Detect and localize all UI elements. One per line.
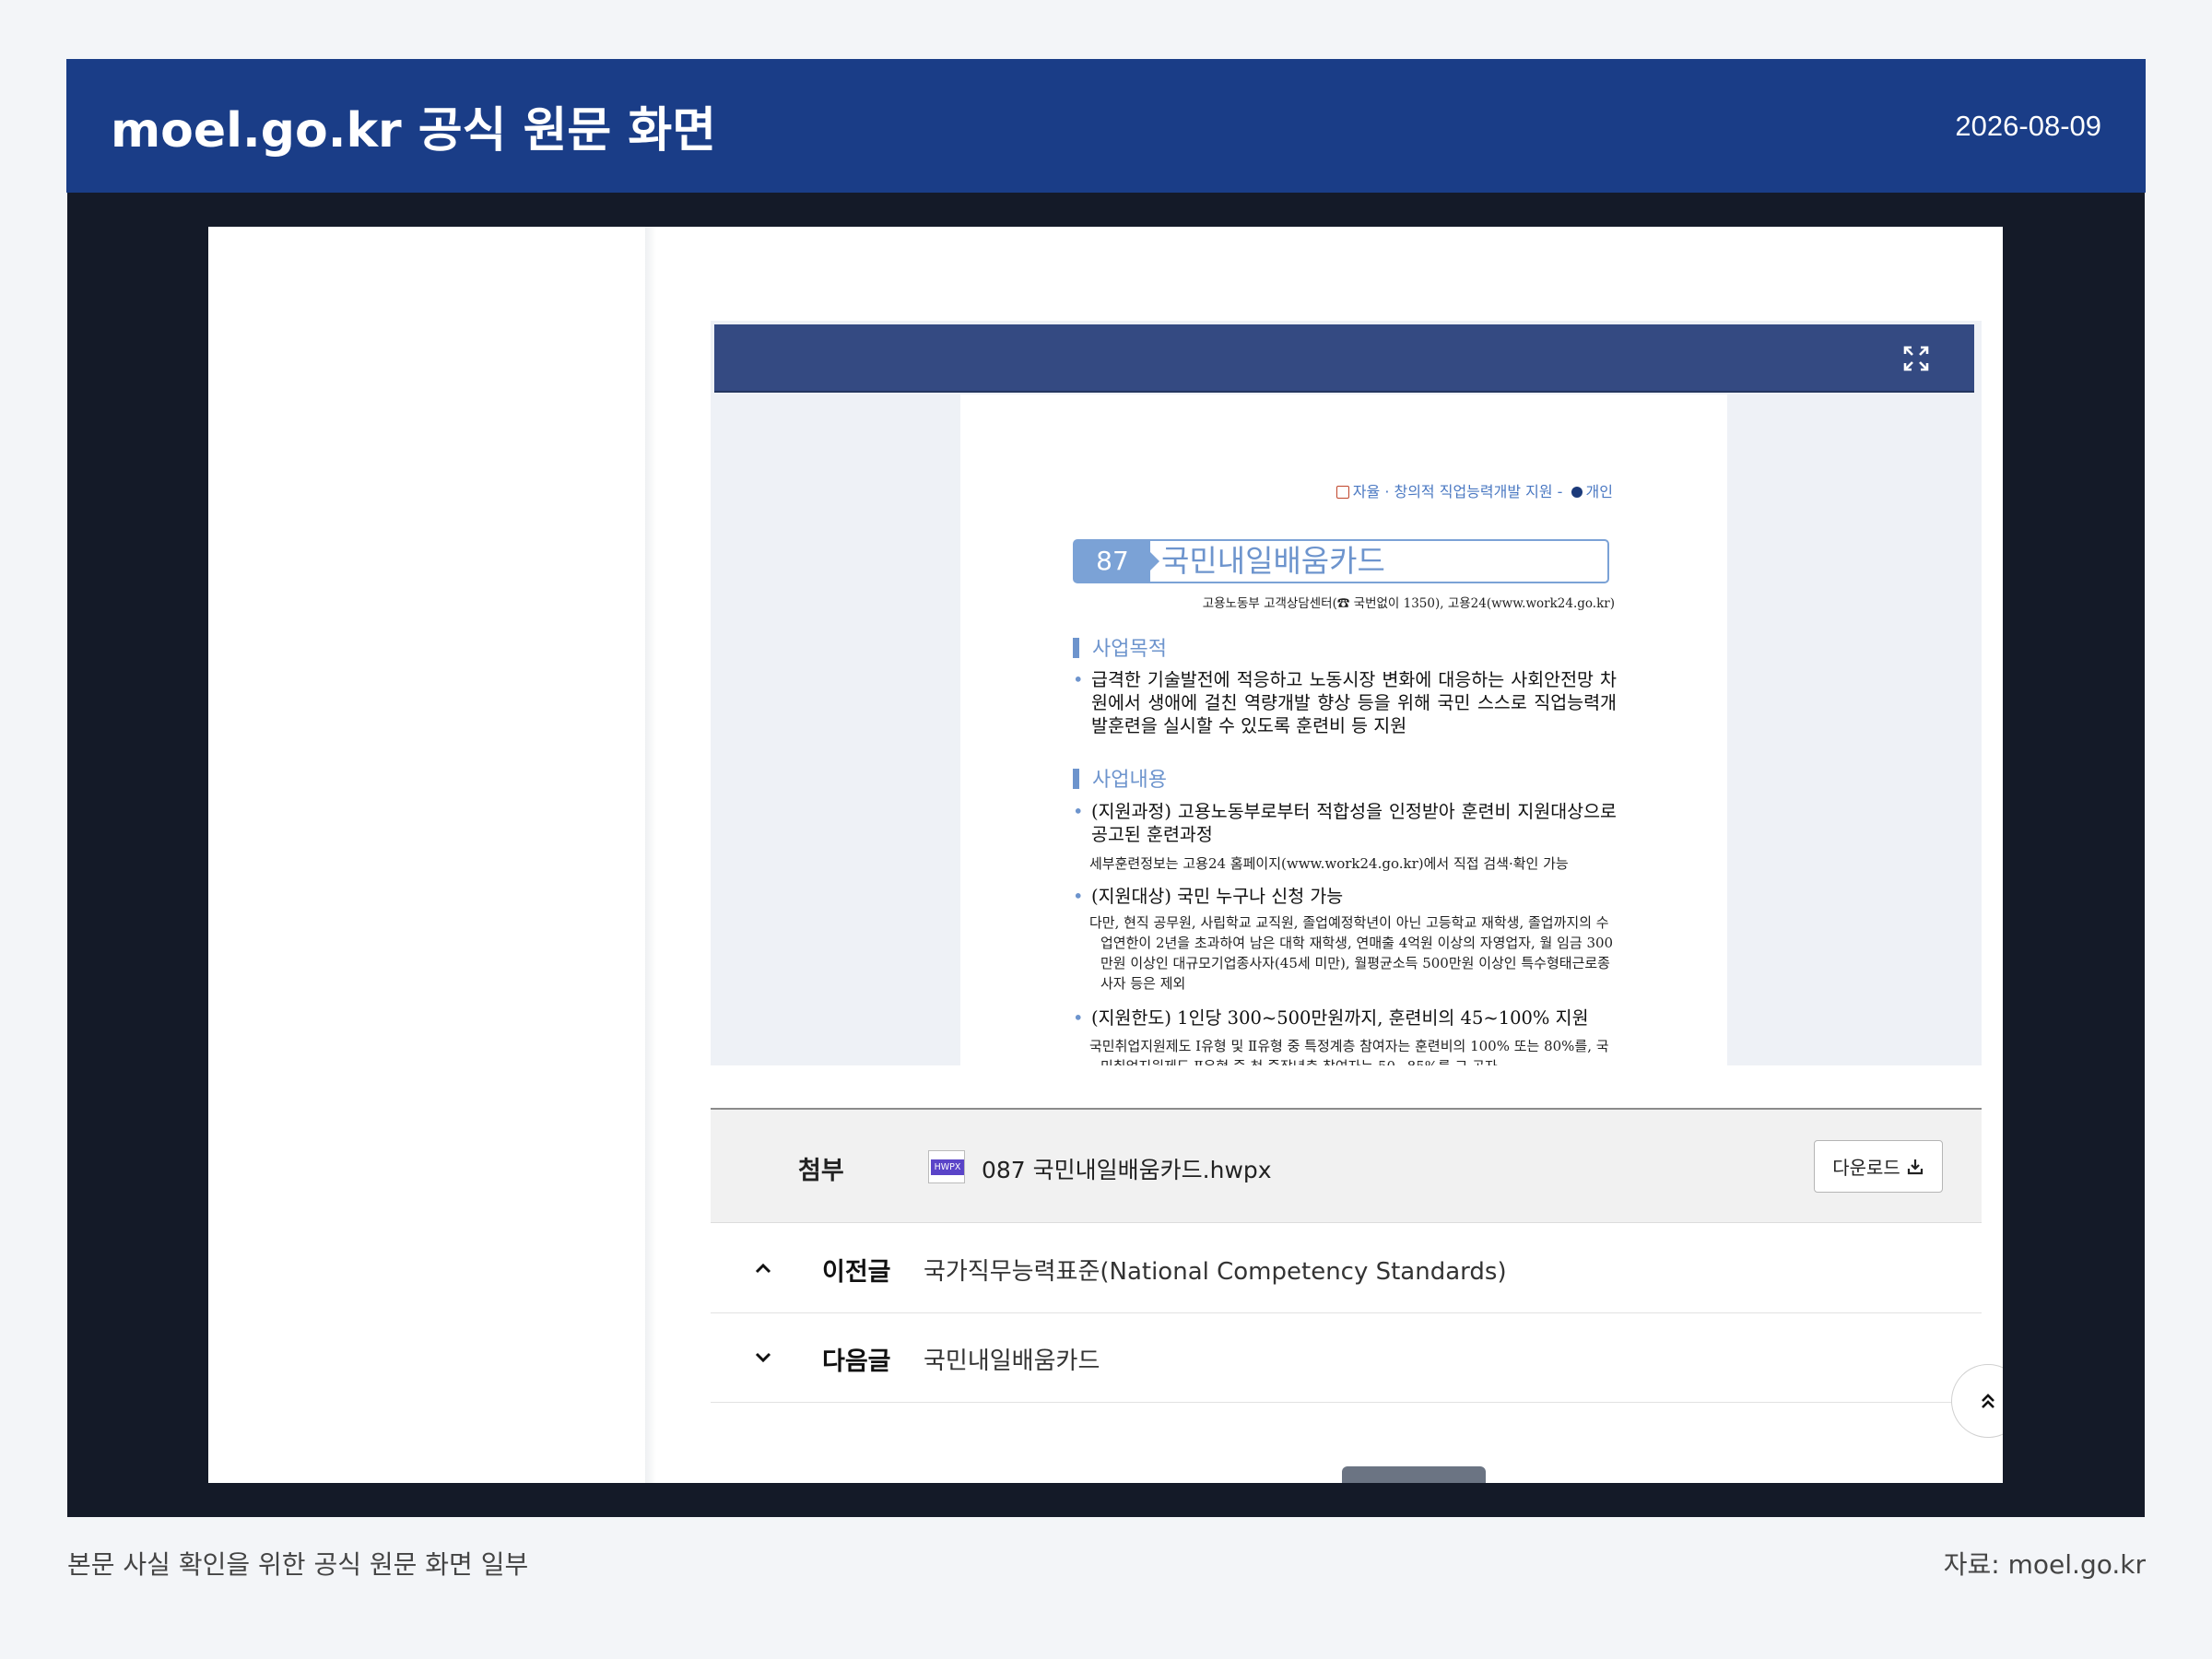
- next-post-title[interactable]: 국민내일배움카드: [924, 1342, 1100, 1376]
- prev-post-label: 이전글: [822, 1258, 891, 1287]
- bullet-dot: •: [1073, 1007, 1084, 1029]
- section-bullet: • 급격한 기술발전에 적응하고 노동시장 변화에 대응하는 사회안전망 차원에서…: [1073, 669, 1617, 736]
- next-post-row[interactable]: 다음글 국민내일배움카드: [711, 1313, 1982, 1403]
- info-dot-icon: [1571, 487, 1583, 498]
- hwpx-icon-text: HWPX: [931, 1159, 964, 1175]
- viewer-toolbar: [714, 324, 1974, 393]
- bullet-dot: •: [1073, 669, 1084, 690]
- prev-post-title[interactable]: 국가직무능력표준(National Competency Standards): [924, 1253, 1507, 1287]
- webpage-screenshot: 자율 · 창의적 직업능력개발 지원 - 개인 87 국민내일배움카드 고용노동…: [208, 227, 2003, 1483]
- section-bullet: • (지원대상) 국민 누구나 신청 가능: [1073, 886, 1344, 907]
- document-icon: [1335, 486, 1349, 499]
- document-viewer: 자율 · 창의적 직업능력개발 지원 - 개인 87 국민내일배움카드 고용노동…: [711, 321, 1982, 1065]
- header-date: 2026-08-09: [1955, 109, 2101, 142]
- fullscreen-icon[interactable]: [1902, 345, 1930, 372]
- prev-post-row[interactable]: 이전글 국가직무능력표준(National Competency Standar…: [711, 1224, 1982, 1313]
- attachment-label: 첨부: [798, 1157, 844, 1185]
- source-credit: 자료: moel.go.kr: [1943, 1549, 2146, 1580]
- document-page[interactable]: 자율 · 창의적 직업능력개발 지원 - 개인 87 국민내일배움카드 고용노동…: [960, 394, 1727, 1065]
- document-number: 87: [1075, 541, 1159, 582]
- download-label: 다운로드: [1832, 1157, 1900, 1179]
- document-title: 국민내일배움카드: [1161, 543, 1385, 579]
- section-note: 세부훈련정보는 고용24 홈페이지(www.work24.go.kr)에서 직접…: [1089, 855, 1569, 872]
- breadcrumb-text: 자율 · 창의적 직업능력개발 지원 -: [1352, 483, 1568, 500]
- section-note: 다만, 현직 공무원, 사립학교 교직원, 졸업예정학년이 아닌 고등학교 재학…: [1089, 914, 1614, 992]
- section-bullet: • (지원과정) 고용노동부로부터 적합성을 인정받아 훈련비 지원대상으로 공고…: [1073, 801, 1617, 845]
- download-button[interactable]: 다운로드: [1814, 1140, 1943, 1193]
- attachment-file-link[interactable]: 087 국민내일배움카드.hwpx: [982, 1152, 1272, 1185]
- list-button[interactable]: [1342, 1466, 1486, 1483]
- document-contact: 고용노동부 고객상담센터(☎ 국번없이 1350), 고용24(www.work…: [1202, 596, 1615, 611]
- pane-divider: [645, 227, 656, 1483]
- breadcrumb-tail: 개인: [1585, 483, 1613, 500]
- page-title: moel.go.kr 공식 원문 화면: [111, 103, 717, 159]
- chevron-up-icon: [755, 1263, 771, 1274]
- left-pane: [208, 227, 645, 1483]
- screenshot-caption: 본문 사실 확인을 위한 공식 원문 화면 일부: [67, 1549, 529, 1580]
- chevron-down-icon: [755, 1352, 771, 1363]
- screenshot-frame: 자율 · 창의적 직업능력개발 지원 - 개인 87 국민내일배움카드 고용노동…: [67, 193, 2145, 1517]
- section-bullet: • (지원한도) 1인당 300~500만원까지, 훈련비의 45~100% 지원: [1073, 1007, 1589, 1029]
- section-note: 국민취업지원제도 Ⅰ유형 및 Ⅱ유형 중 특정계층 참여자는 훈련비의 100%…: [1089, 1038, 1609, 1065]
- bullet-dot: •: [1073, 801, 1084, 822]
- next-post-label: 다음글: [822, 1347, 891, 1376]
- document-breadcrumb: 자율 · 창의적 직업능력개발 지원 - 개인: [1335, 479, 1613, 501]
- bullet-dot: •: [1073, 886, 1084, 907]
- hwpx-file-icon: HWPX: [928, 1150, 965, 1183]
- double-chevron-up-icon: [1982, 1394, 1994, 1408]
- page-header: moel.go.kr 공식 원문 화면 2026-08-09: [66, 59, 2146, 193]
- section-heading: 사업목적: [1073, 632, 1167, 662]
- document-title-box: 87 국민내일배움카드: [1073, 539, 1609, 583]
- attachment-row: 첨부 HWPX 087 국민내일배움카드.hwpx 다운로드: [711, 1108, 1982, 1223]
- section-heading: 사업내용: [1073, 763, 1167, 793]
- download-icon: [1907, 1159, 1923, 1174]
